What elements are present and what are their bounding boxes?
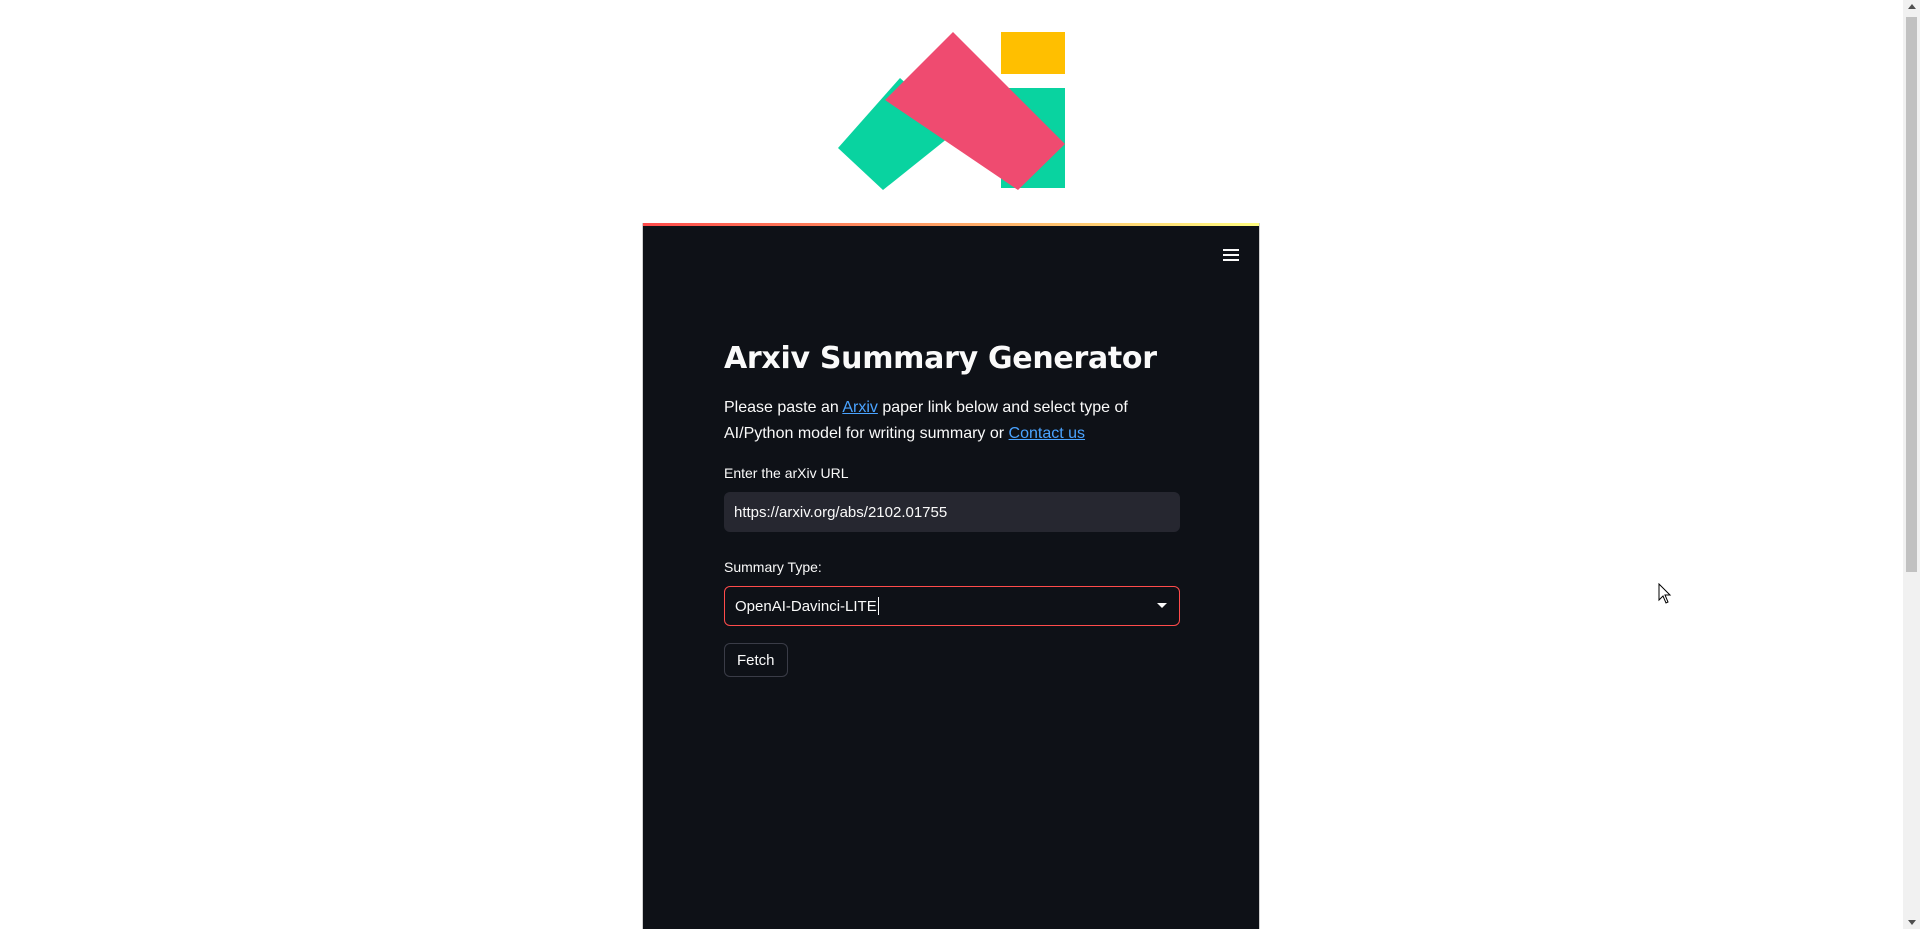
scroll-down-arrow-icon[interactable] [1908, 920, 1916, 925]
brand-logo [838, 32, 1065, 190]
scrollbar-thumb[interactable] [1906, 17, 1917, 572]
page-scrollbar[interactable] [1903, 0, 1920, 929]
scroll-up-arrow-icon[interactable] [1908, 4, 1916, 9]
page-title: Arxiv Summary Generator [724, 341, 1157, 376]
contact-us-link[interactable]: Contact us [1009, 425, 1085, 442]
summary-type-selected-value: OpenAI-Davinci-LITE [735, 597, 877, 615]
intro-prefix: Please paste an [724, 399, 843, 416]
summary-type-select[interactable]: OpenAI-Davinci-LITE [724, 586, 1180, 626]
browser-page: Arxiv Summary Generator Please paste an … [0, 0, 1920, 929]
text-caret [877, 597, 879, 615]
main-menu-button[interactable] [1217, 243, 1245, 267]
url-field-label: Enter the arXiv URL [724, 465, 849, 481]
decoration-bar [643, 223, 1259, 226]
fetch-button[interactable]: Fetch [724, 643, 788, 677]
hamburger-menu-icon [1223, 249, 1239, 261]
main-content: Arxiv Summary Generator Please paste an … [724, 339, 1180, 677]
arxiv-url-input[interactable] [724, 492, 1180, 532]
intro-text: Please paste an Arxiv paper link below a… [724, 395, 1180, 447]
mouse-pointer-icon [1658, 583, 1672, 604]
chevron-down-icon[interactable] [1157, 603, 1167, 608]
summary-type-label: Summary Type: [724, 559, 822, 575]
arxiv-link[interactable]: Arxiv [842, 399, 878, 416]
app-frame: Arxiv Summary Generator Please paste an … [642, 223, 1260, 929]
